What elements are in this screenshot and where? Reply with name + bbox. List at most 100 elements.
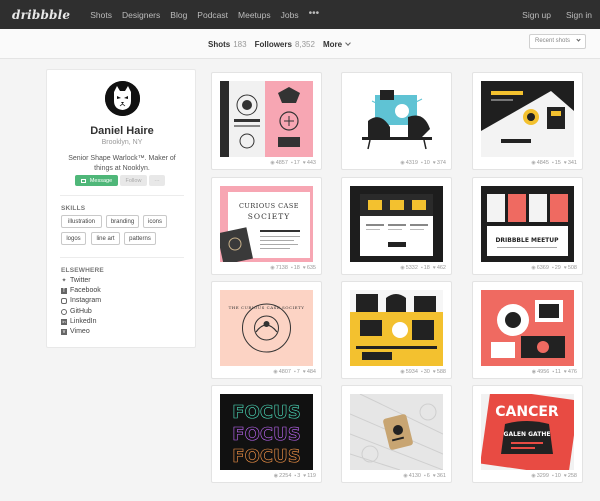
shot-card[interactable]: CURIOUS CASE SOCIETY ◉ 7138 ▪ 18 ♥ 635 — [211, 177, 322, 275]
shot-thumbnail[interactable] — [220, 81, 313, 157]
link-twitter[interactable]: ✦ Twitter — [61, 277, 90, 284]
shot-stats: ◉ 4319 ▪ 10 ♥ 374 — [397, 160, 446, 166]
shot-image — [220, 81, 313, 157]
tab-shots[interactable]: Shots 183 — [208, 40, 247, 49]
shot-card[interactable]: ◉ 4845 ▪ 15 ♥ 341 — [472, 72, 583, 170]
views-count: 4807 — [278, 369, 291, 375]
heart-icon[interactable]: ♥ — [564, 369, 567, 375]
sort-select[interactable]: Recent shots — [529, 34, 586, 49]
tab-more[interactable]: More — [323, 40, 351, 49]
shot-card[interactable]: ◉ 5934 ▪ 30 ♥ 588 — [341, 281, 452, 379]
dribbble-logo[interactable]: dribbble — [12, 8, 70, 22]
follow-button[interactable]: Follow — [120, 175, 147, 186]
shot-card[interactable]: DRIBBBLE MEETUP ◉ 6369 ▪ 29 ♥ 508 — [472, 177, 583, 275]
profile-location[interactable]: Brooklyn, NY — [47, 139, 197, 146]
nav-link-designers[interactable]: Designers — [122, 10, 160, 20]
sign-in-link[interactable]: Sign in — [566, 10, 592, 20]
comment-icon: ▪ — [424, 473, 426, 479]
shot-thumbnail[interactable] — [481, 290, 574, 366]
views-count: 4845 — [536, 160, 549, 166]
skill-tag[interactable]: patterns — [124, 232, 156, 245]
skill-tag[interactable]: illustration — [61, 215, 102, 228]
shot-thumbnail[interactable] — [350, 394, 443, 470]
heart-icon[interactable]: ♥ — [433, 369, 436, 375]
shot-card[interactable]: ◉ 4857 ▪ 17 ♥ 443 — [211, 72, 322, 170]
more-actions-button[interactable]: ··· — [149, 175, 165, 186]
heart-icon[interactable]: ♥ — [564, 160, 567, 166]
shot-word: FOCUS — [232, 424, 300, 445]
avatar[interactable] — [105, 81, 140, 116]
skill-tag[interactable]: branding — [106, 215, 139, 228]
shot-thumbnail[interactable]: CANCER GALEN GATHE — [481, 394, 574, 470]
nav-link-shots[interactable]: Shots — [90, 10, 112, 20]
heart-icon[interactable]: ♥ — [303, 473, 306, 479]
link-vimeo[interactable]: v Vimeo — [61, 328, 90, 335]
comment-icon: ▪ — [551, 265, 554, 271]
shot-image: CANCER GALEN GATHE — [481, 394, 574, 470]
heart-icon[interactable]: ♥ — [303, 265, 306, 271]
nav-link-meetups[interactable]: Meetups — [238, 10, 271, 20]
heart-icon[interactable]: ♥ — [303, 369, 306, 375]
comments-count: 10 — [554, 473, 561, 479]
message-button[interactable]: Message — [75, 175, 118, 186]
heart-icon[interactable]: ♥ — [303, 160, 306, 166]
facebook-icon: f — [61, 287, 67, 294]
comments-count: 7 — [296, 369, 300, 375]
shot-stats: ◉ 4130 ▪ 6 ♥ 361 — [400, 473, 446, 479]
nav-link-jobs[interactable]: Jobs — [281, 10, 299, 20]
shot-thumbnail[interactable]: CURIOUS CASE SOCIETY — [220, 186, 313, 262]
shot-card[interactable]: CANCER GALEN GATHE ◉ 3299 ▪ 10 ♥ 258 — [472, 385, 583, 483]
shot-thumbnail[interactable] — [350, 186, 443, 262]
nav-link-podcast[interactable]: Podcast — [197, 10, 228, 20]
shot-stats: ◉ 4807 ▪ 7 ♥ 484 — [270, 369, 316, 375]
skill-tag[interactable]: icons — [143, 215, 167, 228]
eye-icon: ◉ — [273, 473, 279, 479]
heart-icon[interactable]: ♥ — [433, 473, 436, 479]
link-instagram[interactable]: Instagram — [61, 297, 101, 304]
sign-up-link[interactable]: Sign up — [522, 10, 551, 20]
likes-count: 443 — [306, 160, 316, 166]
link-facebook[interactable]: f Facebook — [61, 287, 101, 294]
heart-icon[interactable]: ♥ — [564, 265, 567, 271]
eye-icon: ◉ — [531, 160, 536, 166]
linkedin-icon: in — [61, 318, 67, 325]
heart-icon[interactable]: ♥ — [433, 160, 436, 166]
comments-count: 29 — [554, 265, 561, 271]
comments-count: 17 — [293, 160, 300, 166]
heart-icon[interactable]: ♥ — [433, 265, 436, 271]
views-count: 6369 — [536, 265, 549, 271]
link-linkedin[interactable]: in LinkedIn — [61, 318, 96, 325]
shot-card[interactable]: ◉ 4130 ▪ 6 ♥ 361 — [341, 385, 452, 483]
eye-icon: ◉ — [270, 160, 275, 166]
shot-card[interactable]: ◉ 4319 ▪ 10 ♥ 374 — [341, 72, 452, 170]
shot-thumbnail[interactable] — [350, 290, 443, 366]
shot-card[interactable]: THE CURIOUS CASE SOCIETY ◉ 4807 ▪ 7 ♥ 484 — [211, 281, 322, 379]
shot-image — [350, 186, 443, 262]
profile-tabs: Shots 183 Followers 8,352 More — [208, 40, 358, 49]
shot-card[interactable]: ◉ 5332 ▪ 18 ♥ 462 — [341, 177, 452, 275]
profile-bio: Senior Shape Warlock™. Maker of things a… — [68, 155, 176, 172]
nav-link-blog[interactable]: Blog — [170, 10, 187, 20]
profile-actions: Message Follow ··· — [75, 175, 165, 186]
shot-thumbnail[interactable]: FOCUS FOCUS FOCUS — [220, 394, 313, 470]
shot-card[interactable]: ◉ 4956 ▪ 11 ♥ 476 — [472, 281, 583, 379]
shot-thumbnail[interactable] — [350, 81, 443, 157]
nav-more-icon[interactable]: ••• — [309, 8, 320, 20]
link-github[interactable]: GitHub — [61, 308, 92, 315]
divider — [60, 257, 184, 258]
shot-title-line: CURIOUS CASE — [239, 202, 299, 210]
comments-count: 10 — [423, 160, 430, 166]
shot-thumbnail[interactable]: DRIBBBLE MEETUP — [481, 186, 574, 262]
shot-card[interactable]: FOCUS FOCUS FOCUS ◉ 2254 ▪ 3 ♥ 119 — [211, 385, 322, 483]
shot-image: DRIBBBLE MEETUP — [481, 186, 574, 262]
shot-thumbnail[interactable] — [481, 81, 574, 157]
eye-icon: ◉ — [403, 473, 408, 479]
comment-icon: ▪ — [290, 160, 293, 166]
tab-followers[interactable]: Followers 8,352 — [255, 40, 315, 49]
shot-thumbnail[interactable]: THE CURIOUS CASE SOCIETY — [220, 290, 313, 366]
shot-stats: ◉ 3299 ▪ 10 ♥ 258 — [528, 473, 577, 479]
nav-links: Shots Designers Blog Podcast Meetups Job… — [80, 8, 320, 20]
skill-tag[interactable]: logos — [61, 232, 86, 245]
heart-icon[interactable]: ♥ — [564, 473, 567, 479]
skill-tag[interactable]: line art — [91, 232, 120, 245]
